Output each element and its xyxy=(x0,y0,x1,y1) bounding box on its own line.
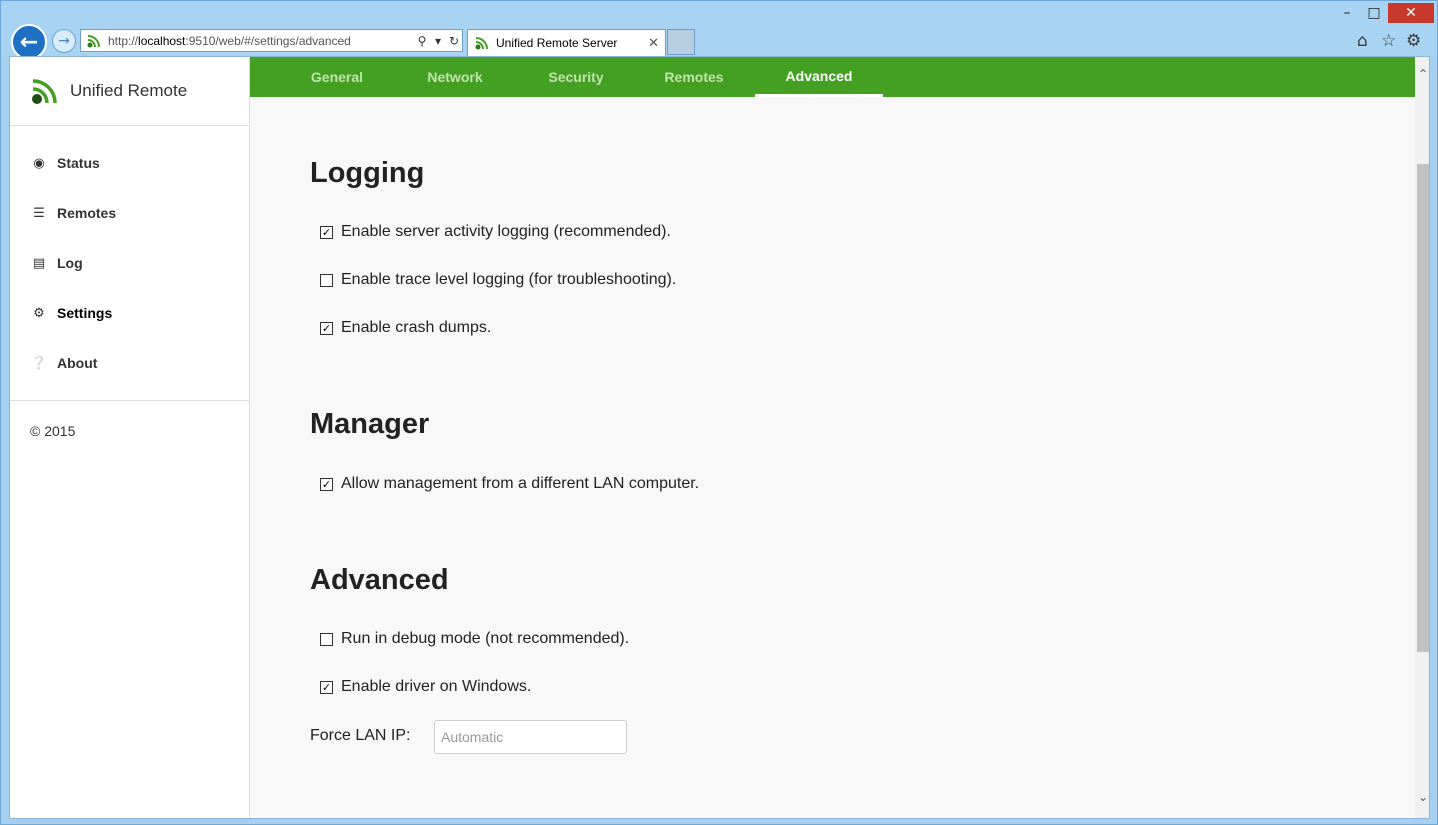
section-title-manager: Manager xyxy=(310,408,430,440)
home-icon[interactable]: ⌂ xyxy=(1357,31,1368,51)
url-text[interactable]: http://localhost:9510/web/#/settings/adv… xyxy=(108,34,414,48)
browser-tab[interactable]: Unified Remote Server ✕ xyxy=(467,29,666,56)
gear-icon: ⚙ xyxy=(33,305,45,321)
favorites-star-icon[interactable]: ☆ xyxy=(1381,31,1396,51)
section-title-logging: Logging xyxy=(310,157,425,189)
tab-title: Unified Remote Server xyxy=(496,36,618,50)
checkbox[interactable] xyxy=(320,632,333,646)
checkbox-label: Enable server activity logging (recommen… xyxy=(341,223,671,240)
tab-remotes[interactable]: Remotes xyxy=(644,57,744,97)
copyright: © 2015 xyxy=(30,423,76,439)
section-title-advanced: Advanced xyxy=(310,564,449,596)
checkbox-server-activity-logging[interactable]: ✓ Enable server activity logging (recomm… xyxy=(320,223,671,241)
checkbox-label: Enable crash dumps. xyxy=(341,319,492,336)
vertical-scrollbar[interactable]: ⌃ ⌄ xyxy=(1415,57,1429,818)
browser-window: ← → http://localhost:9510/web/#/settings… xyxy=(0,0,1438,825)
minimize-button[interactable]: – xyxy=(1335,3,1359,23)
sidebar-item-label: Settings xyxy=(57,305,113,321)
brand-name: Unified Remote xyxy=(70,81,188,100)
checkbox[interactable]: ✓ xyxy=(320,680,333,694)
sidebar-item-status[interactable]: ◉ Status xyxy=(10,138,249,188)
tab-network[interactable]: Network xyxy=(405,57,505,97)
file-icon: ▤ xyxy=(32,255,46,271)
checkbox-enable-driver[interactable]: ✓ Enable driver on Windows. xyxy=(320,678,531,696)
unified-remote-logo-icon xyxy=(32,79,57,104)
checkbox[interactable]: ✓ xyxy=(320,321,333,335)
checkbox[interactable] xyxy=(320,273,333,287)
sidebar-item-label: About xyxy=(57,355,98,371)
sidebar-item-label: Remotes xyxy=(57,205,117,221)
checkbox[interactable]: ✓ xyxy=(320,477,333,491)
sidebar-item-label: Status xyxy=(57,155,100,171)
new-tab-button[interactable] xyxy=(667,29,695,55)
sidebar-item-about[interactable]: ❔ About xyxy=(10,338,249,388)
tab-advanced[interactable]: Advanced xyxy=(755,57,883,97)
settings-tabbar: General Network Security Remotes Advance… xyxy=(250,57,1415,97)
sidebar-nav: ◉ Status ☰ Remotes ▤ Log ⚙ Settings ❔ Ab… xyxy=(10,126,249,401)
checkbox-label: Enable driver on Windows. xyxy=(341,678,532,695)
dropdown-icon[interactable]: ▾ xyxy=(430,34,446,48)
list-icon: ☰ xyxy=(33,205,45,221)
page-viewport: Unified Remote ◉ Status ☰ Remotes ▤ Log … xyxy=(9,56,1430,819)
checkbox-trace-logging[interactable]: Enable trace level logging (for troubles… xyxy=(320,271,676,289)
checkbox-debug-mode[interactable]: Run in debug mode (not recommended). xyxy=(320,630,629,648)
checkbox[interactable]: ✓ xyxy=(320,225,333,239)
close-tab-icon[interactable]: ✕ xyxy=(648,36,659,51)
tab-general[interactable]: General xyxy=(290,57,384,97)
back-button[interactable]: ← xyxy=(11,24,47,60)
maximize-button[interactable]: □ xyxy=(1362,3,1386,23)
checkbox-label: Allow management from a different LAN co… xyxy=(341,475,700,492)
main-content: General Network Security Remotes Advance… xyxy=(250,57,1415,818)
scroll-up-icon[interactable]: ⌃ xyxy=(1415,67,1429,87)
checkbox-label: Enable trace level logging (for troubles… xyxy=(341,271,677,288)
question-icon: ❔ xyxy=(30,355,48,371)
sidebar-item-log[interactable]: ▤ Log xyxy=(10,238,249,288)
back-arrow-icon: ← xyxy=(19,29,39,55)
dashboard-icon: ◉ xyxy=(33,155,45,171)
checkbox-crash-dumps[interactable]: ✓ Enable crash dumps. xyxy=(320,319,491,337)
settings-gear-icon[interactable]: ⚙ xyxy=(1406,31,1421,51)
refresh-icon[interactable]: ↻ xyxy=(446,34,462,48)
sidebar: Unified Remote ◉ Status ☰ Remotes ▤ Log … xyxy=(10,57,250,818)
site-favicon-icon xyxy=(87,34,100,47)
sidebar-item-remotes[interactable]: ☰ Remotes xyxy=(10,188,249,238)
checkbox-label: Run in debug mode (not recommended). xyxy=(341,630,630,647)
checkbox-lan-management[interactable]: ✓ Allow management from a different LAN … xyxy=(320,475,699,493)
force-lan-ip-label: Force LAN IP: xyxy=(310,727,411,744)
address-bar[interactable]: http://localhost:9510/web/#/settings/adv… xyxy=(80,29,463,52)
tab-security[interactable]: Security xyxy=(526,57,626,97)
close-window-button[interactable]: ✕ xyxy=(1388,3,1434,23)
sidebar-item-settings[interactable]: ⚙ Settings xyxy=(10,288,249,338)
force-lan-ip-input[interactable] xyxy=(434,720,627,754)
forward-button[interactable]: → xyxy=(52,29,76,53)
forward-arrow-icon: → xyxy=(58,33,70,49)
scroll-thumb[interactable] xyxy=(1417,164,1429,652)
sidebar-item-label: Log xyxy=(57,255,83,271)
tab-favicon-icon xyxy=(475,37,488,50)
scroll-down-icon[interactable]: ⌄ xyxy=(1415,790,1429,810)
brand[interactable]: Unified Remote xyxy=(10,57,249,126)
browser-titlebar: ← → http://localhost:9510/web/#/settings… xyxy=(1,1,1437,60)
search-icon[interactable]: ⚲ xyxy=(414,34,430,48)
